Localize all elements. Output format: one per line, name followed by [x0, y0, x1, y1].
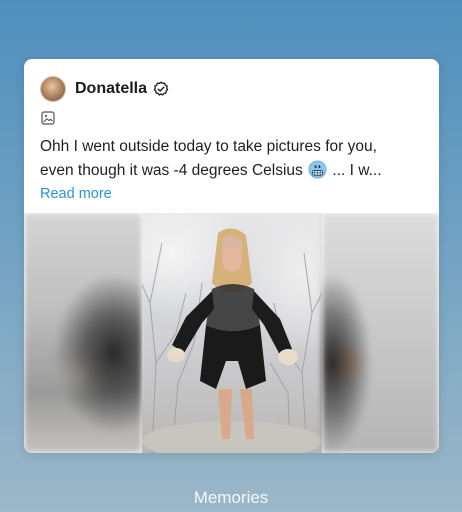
cold-face-emoji-icon [308, 160, 327, 179]
media-blurred-background-right [322, 213, 439, 453]
verified-badge-icon [153, 81, 169, 96]
post-text-line-2-start: even though it was -4 degrees Celsius [40, 162, 308, 179]
post-card[interactable]: Donatella Ohh I went outside today to ta… [24, 59, 439, 453]
avatar[interactable] [40, 76, 66, 102]
post-header: Donatella [40, 75, 169, 103]
post-text: Ohh I went outside today to take picture… [40, 135, 426, 183]
read-more-link[interactable]: Read more [40, 186, 112, 202]
post-text-line-1: Ohh I went outside today to take picture… [40, 138, 377, 155]
photo-illustration [136, 228, 328, 453]
author-name[interactable]: Donatella [75, 80, 147, 98]
post-text-line-2: even though it was -4 degrees Celsius ..… [40, 159, 426, 183]
media-blurred-background-left [24, 213, 142, 453]
post-text-line-2-end: ... I w... [328, 162, 382, 179]
media-carousel[interactable] [24, 213, 439, 453]
image-icon [41, 111, 55, 125]
post-photo[interactable] [136, 213, 328, 453]
memories-label[interactable]: Memories [0, 488, 462, 508]
